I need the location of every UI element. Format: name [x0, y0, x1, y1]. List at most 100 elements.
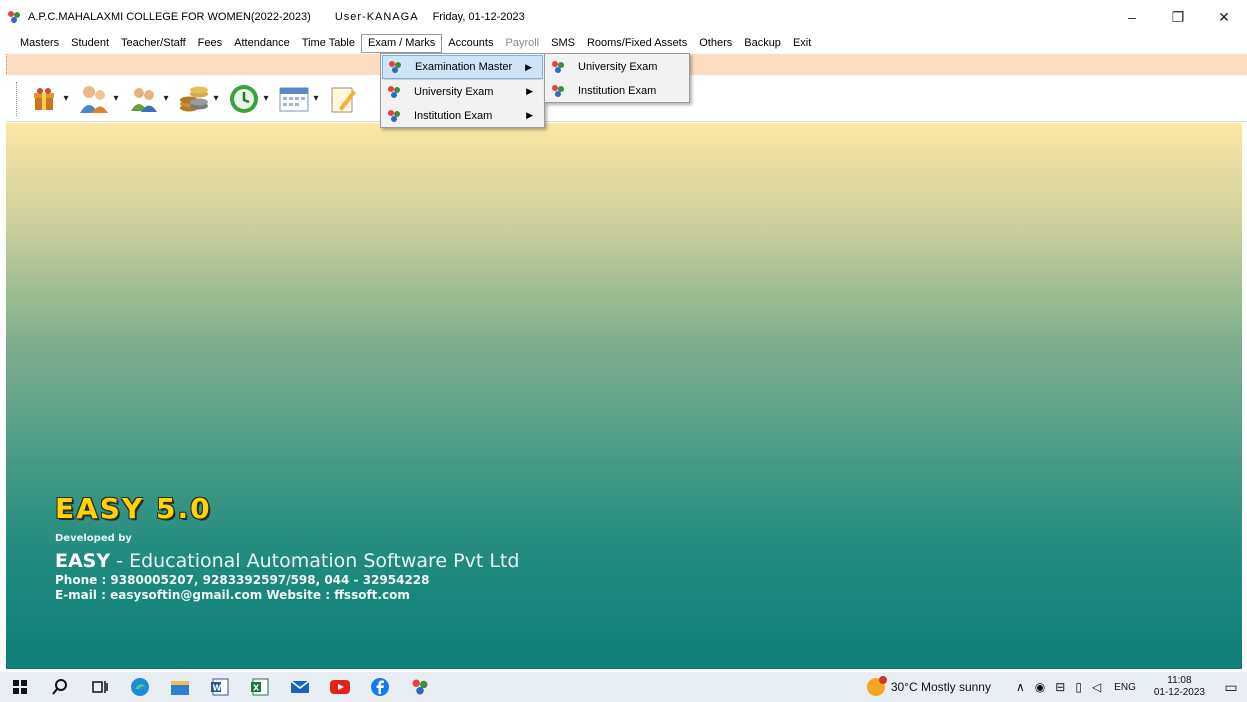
company-phone: Phone : 9380005207, 9283392597/598, 044 …: [55, 573, 430, 587]
chevron-up-icon[interactable]: ∧: [1016, 680, 1025, 694]
clock[interactable]: 11:08 01-12-2023: [1154, 675, 1205, 699]
current-user: User-KANAGA: [334, 11, 419, 23]
task-view-icon[interactable]: [80, 672, 120, 702]
menu-item-label: Institution Exam: [414, 110, 493, 122]
toolbar-button-teacher[interactable]: ▾: [77, 82, 121, 116]
title-bar: A.P.C.MAHALAXMI COLLEGE FOR WOMEN(2022-2…: [0, 0, 1247, 34]
main-workspace: EASY 5.0 Developed by EASY - Educational…: [6, 123, 1242, 669]
toolbar-button-calendar[interactable]: ▾: [277, 82, 321, 116]
app-icon: [6, 9, 22, 25]
notepad-icon: [327, 82, 361, 116]
windows-start-icon[interactable]: [0, 672, 40, 702]
clock-time: 11:08: [1167, 675, 1192, 686]
menu-sms[interactable]: SMS: [545, 34, 581, 53]
facebook-icon[interactable]: [360, 672, 400, 702]
menu-item-label: University Exam: [414, 86, 494, 98]
company-short-name: EASY: [55, 550, 111, 572]
minimize-button[interactable]: –: [1109, 0, 1155, 34]
notification-icon[interactable]: ▭: [1215, 679, 1247, 696]
menu-accounts[interactable]: Accounts: [442, 34, 499, 53]
menu-rooms-fixed-assets[interactable]: Rooms/Fixed Assets: [581, 34, 693, 53]
menu-exam-marks[interactable]: Exam / Marks: [361, 34, 443, 53]
company-full-name: - Educational Automation Software Pvt Lt…: [110, 550, 520, 572]
excel-icon[interactable]: X: [240, 672, 280, 702]
close-button[interactable]: ✕: [1201, 0, 1247, 34]
location-icon[interactable]: ◉: [1035, 680, 1045, 694]
chevron-down-icon[interactable]: ▾: [311, 93, 321, 104]
search-icon[interactable]: [40, 672, 80, 702]
menu-exit[interactable]: Exit: [787, 34, 817, 53]
mail-icon[interactable]: [280, 672, 320, 702]
menu-student[interactable]: Student: [65, 34, 115, 53]
network-icon[interactable]: ⊟: [1055, 680, 1065, 694]
submenu-item-label: University Exam: [578, 61, 658, 73]
weather-widget[interactable]: 30°C Mostly sunny: [866, 676, 991, 696]
clock-icon: [227, 82, 261, 116]
exam-marks-dropdown: Examination Master ▶ University Exam ▶ I…: [380, 53, 545, 128]
developed-by-label: Developed by: [55, 533, 132, 544]
coins-icon: [177, 82, 211, 116]
chevron-down-icon[interactable]: ▾: [261, 93, 271, 104]
menu-others[interactable]: Others: [693, 34, 738, 53]
volume-muted-icon[interactable]: ◁: [1092, 680, 1101, 694]
toolbar-button-gift[interactable]: ▾: [27, 82, 71, 116]
youtube-icon[interactable]: [320, 672, 360, 702]
menu-item-institution-exam[interactable]: Institution Exam ▶: [382, 104, 543, 128]
weather-sun-icon: [866, 676, 887, 696]
chevron-down-icon[interactable]: ▾: [111, 93, 121, 104]
teacher-icon: [77, 82, 111, 116]
file-explorer-icon[interactable]: [160, 672, 200, 702]
toolbar-button-students[interactable]: ▾: [127, 82, 171, 116]
submenu-item-label: Institution Exam: [578, 85, 657, 97]
examination-master-submenu: University Exam Institution Exam: [544, 53, 690, 103]
gift-icon: [27, 82, 61, 116]
calendar-icon: [277, 82, 311, 116]
word-icon[interactable]: W: [200, 672, 240, 702]
language-indicator[interactable]: ENG: [1114, 682, 1136, 693]
students-icon: [127, 82, 161, 116]
menu-teacher-staff[interactable]: Teacher/Staff: [115, 34, 192, 53]
svg-text:W: W: [213, 684, 222, 693]
menu-item-label: Examination Master: [415, 61, 513, 73]
toolbar-button-clock[interactable]: ▾: [227, 82, 271, 116]
company-contact: E-mail : easysoftin@gmail.com Website : …: [55, 588, 410, 602]
easy-app-icon: [386, 108, 402, 124]
easy-app-icon: [386, 84, 402, 100]
restore-button[interactable]: ❐: [1155, 0, 1201, 34]
chevron-down-icon[interactable]: ▾: [161, 93, 171, 104]
easy-app-icon: [550, 59, 566, 75]
window-title: A.P.C.MAHALAXMI COLLEGE FOR WOMEN(2022-2…: [28, 11, 311, 23]
edge-icon[interactable]: [120, 672, 160, 702]
product-name: EASY 5.0: [55, 492, 212, 525]
submenu-arrow-icon: ▶: [526, 86, 533, 96]
toolbar-button-fees[interactable]: ▾: [177, 82, 221, 116]
menu-item-examination-master[interactable]: Examination Master ▶: [382, 55, 543, 79]
company-name: EASY - Educational Automation Software P…: [55, 550, 519, 572]
submenu-arrow-icon: ▶: [526, 110, 533, 120]
menu-attendance[interactable]: Attendance: [228, 34, 296, 53]
branding: EASY 5.0 Developed by EASY - Educational…: [55, 492, 519, 602]
submenu-item-university-exam[interactable]: University Exam: [546, 55, 688, 79]
menu-masters[interactable]: Masters: [14, 34, 65, 53]
chevron-down-icon[interactable]: ▾: [61, 93, 71, 104]
system-tray: 30°C Mostly sunny ∧ ◉ ⊟ ▯ ◁ ENG 11:08 01…: [866, 672, 1247, 702]
easy-app-icon: [550, 83, 566, 99]
toolbar-grip[interactable]: [16, 81, 19, 116]
weather-text: 30°C Mostly sunny: [890, 680, 991, 694]
submenu-item-institution-exam[interactable]: Institution Exam: [546, 79, 688, 103]
menu-time-table[interactable]: Time Table: [296, 34, 361, 53]
current-date: Friday, 01-12-2023: [432, 11, 525, 23]
submenu-arrow-icon: ▶: [525, 62, 532, 72]
svg-text:X: X: [253, 684, 260, 693]
clock-date: 01-12-2023: [1153, 687, 1205, 698]
easy-app-icon: [387, 59, 403, 75]
menu-payroll[interactable]: Payroll: [499, 34, 545, 53]
menu-backup[interactable]: Backup: [738, 34, 787, 53]
chevron-down-icon[interactable]: ▾: [211, 93, 221, 104]
easy-app-icon[interactable]: [400, 672, 440, 702]
toolbar-button-notepad[interactable]: [327, 82, 361, 116]
battery-icon[interactable]: ▯: [1075, 680, 1082, 694]
menu-fees[interactable]: Fees: [192, 34, 228, 53]
menu-item-university-exam[interactable]: University Exam ▶: [382, 80, 543, 104]
menu-bar: Masters Student Teacher/Staff Fees Atten…: [0, 34, 1247, 53]
